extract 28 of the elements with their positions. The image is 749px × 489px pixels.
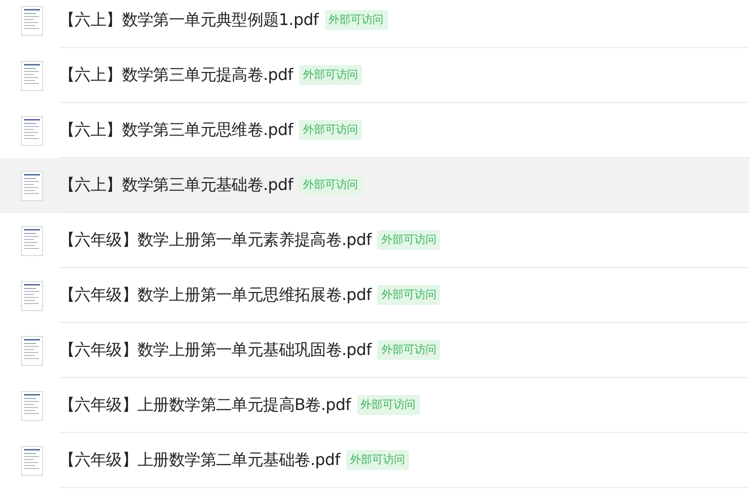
- file-name: 【六年级】上册数学第二单元提高B卷.pdf: [59, 394, 351, 416]
- access-tag: 外部可访问: [356, 394, 420, 416]
- file-name: 【六上】数学第三单元基础卷.pdf: [59, 174, 293, 196]
- access-tag: 外部可访问: [377, 340, 440, 360]
- file-name: 【六年级】数学上册第一单元基础巩固卷.pdf: [59, 339, 372, 361]
- file-name: 【六年级】数学上册第一单元思维拓展卷.pdf: [59, 284, 372, 306]
- document-thumbnail-icon: [21, 116, 43, 146]
- document-thumbnail-icon: [21, 170, 43, 200]
- access-tag: 外部可访问: [377, 284, 440, 306]
- file-name: 【六年级】上册数学第二单元基础卷.pdf: [59, 449, 340, 471]
- file-name: 【六上】数学第一单元典型例题1.pdf: [59, 9, 319, 31]
- file-name: 【六年级】数学上册第一单元素养提高卷.pdf: [59, 229, 372, 251]
- file-name: 【六上】数学第三单元提高卷.pdf: [59, 64, 293, 86]
- document-thumbnail-icon: [21, 390, 43, 420]
- document-thumbnail-icon: [21, 280, 43, 310]
- document-thumbnail-icon: [21, 6, 43, 36]
- file-row[interactable]: 【六上】数学第三单元基础卷.pdf 外部可访问: [0, 158, 749, 213]
- document-thumbnail-icon: [21, 446, 43, 476]
- document-thumbnail-icon: [21, 226, 43, 256]
- file-name: 【六上】数学第三单元思维卷.pdf: [59, 119, 293, 141]
- document-thumbnail-icon: [21, 60, 43, 90]
- access-tag: 外部可访问: [324, 10, 388, 30]
- document-thumbnail-icon: [21, 336, 43, 366]
- access-tag: 外部可访问: [298, 174, 362, 196]
- access-tag: 外部可访问: [346, 450, 410, 470]
- access-tag: 外部可访问: [298, 120, 362, 140]
- access-tag: 外部可访问: [377, 230, 440, 250]
- access-tag: 外部可访问: [298, 64, 362, 86]
